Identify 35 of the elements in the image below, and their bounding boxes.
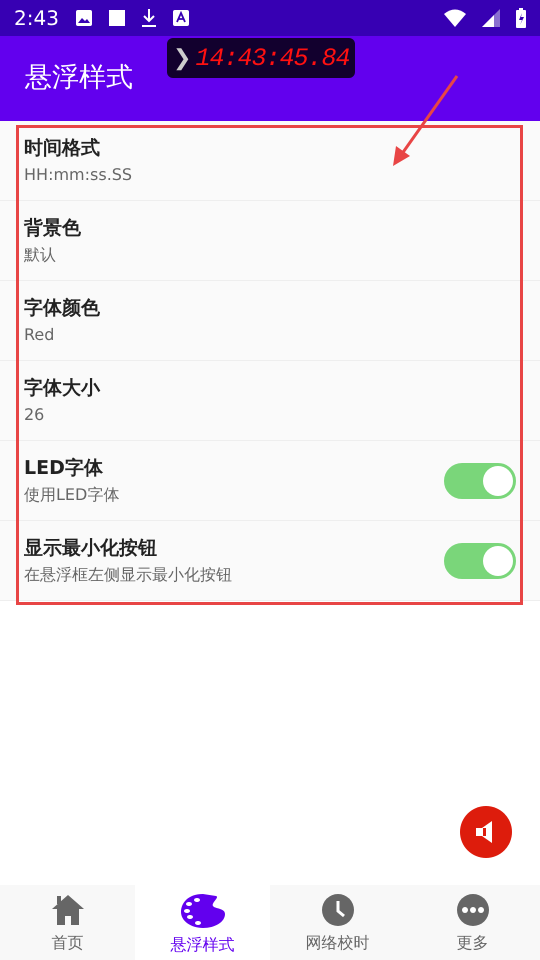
app-title: 悬浮样式 xyxy=(25,61,133,96)
font-icon xyxy=(172,10,189,26)
setting-title: 字体颜色 xyxy=(24,296,101,322)
image-icon xyxy=(74,9,93,27)
nav-tab[interactable]: 网络校时 xyxy=(270,885,405,960)
clock-digits: 14:43:45.84 xyxy=(195,46,350,70)
nav-tab[interactable]: 更多 xyxy=(405,885,540,960)
setting-summary: Red xyxy=(24,324,56,346)
setting-title: 时间格式 xyxy=(24,136,101,162)
download-icon xyxy=(140,9,157,27)
more-icon xyxy=(456,893,490,927)
sound-button[interactable] xyxy=(460,806,512,858)
toggle-switch[interactable] xyxy=(444,462,516,498)
setting-summary: 26 xyxy=(24,404,46,426)
palette-icon xyxy=(180,893,226,929)
clock-icon xyxy=(320,893,354,927)
setting-title: 显示最小化按钮 xyxy=(24,536,158,562)
square-icon xyxy=(108,10,125,26)
setting-summary: HH:mm:ss.SS xyxy=(24,164,134,186)
status-time: 2:43 xyxy=(14,5,59,32)
toggle-switch[interactable] xyxy=(444,542,516,578)
nav-tab[interactable]: 悬浮样式 xyxy=(135,885,270,960)
signal-icon xyxy=(482,9,500,27)
nav-tab[interactable]: 首页 xyxy=(0,885,135,960)
setting-title: 字体大小 xyxy=(24,376,102,402)
setting-summary: 使用LED字体 xyxy=(24,484,120,506)
setting-summary: 在悬浮框左侧显示最小化按钮 xyxy=(24,564,233,586)
wifi-icon xyxy=(444,9,466,27)
setting-title: 背景色 xyxy=(24,216,82,242)
setting-title: LED字体 xyxy=(24,456,104,482)
setting-summary: 默认 xyxy=(24,244,57,266)
chevron-icon[interactable]: ❯ xyxy=(173,42,192,74)
floating-clock[interactable]: ❯ 14:43:45.84 xyxy=(167,38,356,78)
home-icon xyxy=(50,893,84,927)
battery-icon xyxy=(516,8,526,28)
